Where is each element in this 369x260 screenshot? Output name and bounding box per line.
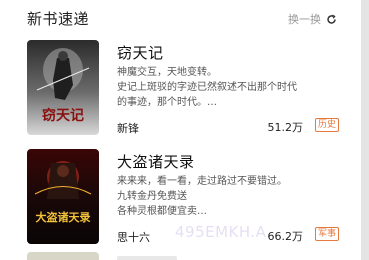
book-description: 神魔交互，天地变转。 史记上斑驳的字迹已然叙述不出那个时代 的事迹，那个时代。…: [117, 65, 327, 110]
watermark: 495EMKH.A: [175, 223, 267, 241]
book-count: 66.2万: [267, 230, 304, 243]
section-header: 新书速递 换一换: [27, 8, 337, 30]
new-books-panel: 新书速递 换一换 窃天记 窃天记 神魔交互，天地变转。 史记上斑驳的字迹已然叙述…: [0, 0, 369, 260]
book-count: 51.2万: [267, 121, 304, 134]
refresh-icon: [326, 14, 337, 25]
desc-line: 史记上斑驳的字迹已然叙述不出那个时代: [117, 82, 297, 93]
desc-line: 的事迹，那个时代。…: [117, 97, 217, 108]
desc-line: 神魔交互，天地变转。: [117, 67, 217, 78]
book-info: 窃天记 神魔交互，天地变转。 史记上斑驳的字迹已然叙述不出那个时代 的事迹，那个…: [117, 40, 339, 140]
section-title: 新书速递: [27, 10, 90, 28]
desc-line: 各种灵根都便宜卖…: [117, 206, 207, 217]
book-description: 来来来，看一看，走过路过不要错过。 九转金丹免费送 各种灵根都便宜卖…: [117, 174, 327, 219]
cover-title: 窃天记: [42, 107, 84, 124]
book-cover[interactable]: 大盗诸天录: [27, 149, 99, 244]
book-title-partial: [117, 256, 177, 260]
book-title[interactable]: 大盗诸天录: [117, 151, 195, 172]
book-author: 新锋: [117, 122, 139, 135]
scrollbar[interactable]: [361, 0, 369, 260]
switch-label: 换一换: [288, 13, 321, 26]
book-author: 思十六: [117, 231, 150, 244]
switch-button[interactable]: 换一换: [288, 11, 337, 27]
desc-line: 九转金丹免费送: [117, 191, 187, 202]
category-tag: 历史: [314, 118, 339, 132]
book-cover-partial[interactable]: [27, 252, 99, 260]
desc-line: 来来来，看一看，走过路过不要错过。: [117, 176, 287, 187]
cover-title: 大盗诸天录: [36, 210, 91, 224]
category-tag: 军事: [314, 227, 339, 241]
book-cover[interactable]: 窃天记: [27, 40, 99, 135]
book-title[interactable]: 窃天记: [117, 42, 164, 63]
book-item[interactable]: 窃天记 窃天记 神魔交互，天地变转。 史记上斑驳的字迹已然叙述不出那个时代 的事…: [27, 40, 339, 144]
